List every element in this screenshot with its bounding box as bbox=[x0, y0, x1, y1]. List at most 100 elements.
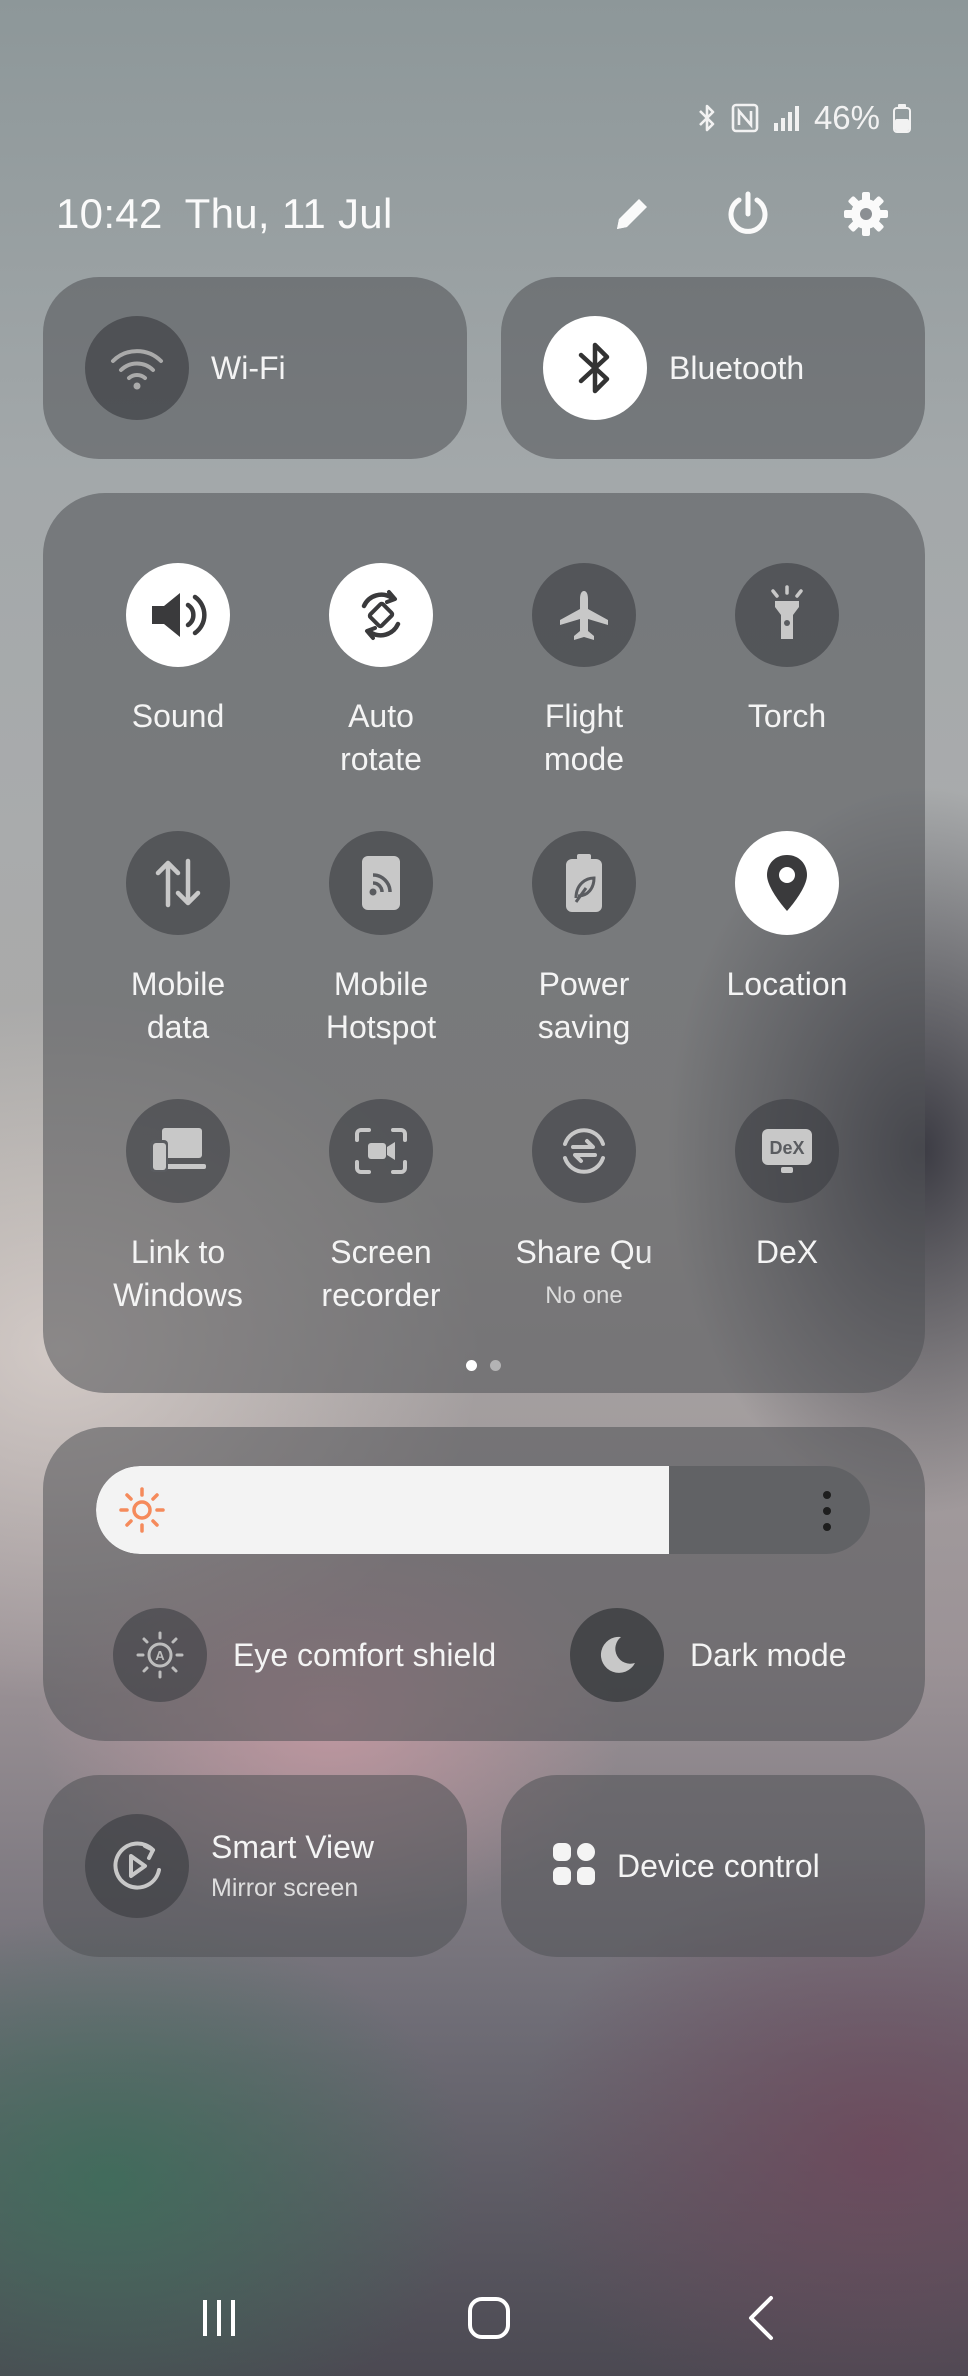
svg-text:DeX: DeX bbox=[769, 1138, 804, 1158]
smart-view-label: Smart View bbox=[211, 1829, 375, 1865]
tile-sound[interactable]: Sound bbox=[78, 563, 278, 738]
home-button[interactable] bbox=[444, 2282, 534, 2354]
tile-label: Mobile Hotspot bbox=[325, 966, 437, 1045]
data-arrows-icon bbox=[155, 858, 201, 908]
flight-icon-circle bbox=[532, 563, 636, 667]
eye-comfort-toggle[interactable]: A Eye comfort shield bbox=[113, 1608, 496, 1702]
sound-icon-circle bbox=[126, 563, 230, 667]
bluetooth-label: Bluetooth bbox=[669, 349, 805, 386]
dark-mode-toggle[interactable]: Dark mode bbox=[570, 1608, 847, 1702]
screen-recorder-icon-circle bbox=[329, 1099, 433, 1203]
dex-icon: DeX bbox=[762, 1129, 812, 1173]
tile-flight-mode[interactable]: Flight mode bbox=[484, 563, 684, 781]
gear-icon bbox=[844, 192, 888, 236]
device-control-toggle[interactable]: Device control bbox=[501, 1775, 925, 1957]
tile-label: DeX bbox=[755, 1234, 819, 1270]
smart-view-toggle[interactable]: Smart View Mirror screen bbox=[43, 1775, 467, 1957]
tile-power-saving[interactable]: Power saving bbox=[484, 831, 684, 1049]
device-control-icon bbox=[551, 1841, 597, 1892]
signal-icon bbox=[773, 106, 799, 131]
brightness-fill bbox=[96, 1466, 669, 1554]
clock: 10:42 Thu, 11 Jul bbox=[56, 190, 415, 238]
power-saving-icon-circle bbox=[532, 831, 636, 935]
airplane-icon bbox=[560, 591, 608, 640]
dex-icon-circle: DeX bbox=[735, 1099, 839, 1203]
wifi-toggle[interactable]: Wi-Fi bbox=[43, 277, 467, 459]
tile-label: Share Qu bbox=[515, 1234, 653, 1270]
svg-text:A: A bbox=[155, 1648, 165, 1663]
battery-leaf-icon bbox=[566, 854, 602, 912]
dark-mode-icon-circle bbox=[570, 1608, 664, 1702]
eye-comfort-icon-circle: A bbox=[113, 1608, 207, 1702]
tile-sublabel: No one bbox=[545, 1282, 623, 1309]
bluetooth-icon bbox=[578, 342, 610, 394]
brightness-slider[interactable] bbox=[96, 1466, 870, 1554]
tile-label: Flight mode bbox=[543, 698, 625, 777]
page-indicator-active bbox=[466, 1360, 477, 1371]
tile-label: Sound bbox=[131, 698, 225, 734]
tile-screen-recorder[interactable]: Screen recorder bbox=[281, 1099, 481, 1317]
battery-percent: 46% bbox=[813, 99, 880, 136]
more-vertical-icon bbox=[823, 1491, 831, 1531]
location-pin-icon bbox=[767, 855, 807, 911]
tile-label: Auto rotate bbox=[340, 698, 422, 777]
tile-mobile-hotspot[interactable]: Mobile Hotspot bbox=[281, 831, 481, 1049]
smart-view-text: Smart View Mirror screen bbox=[189, 1829, 374, 1903]
bluetooth-icon-circle bbox=[543, 316, 647, 420]
tile-mobile-data[interactable]: Mobile data bbox=[78, 831, 278, 1049]
back-button[interactable] bbox=[716, 2282, 806, 2354]
sun-icon bbox=[118, 1486, 166, 1539]
tile-label: Link to Windows bbox=[113, 1234, 243, 1313]
smart-view-icon bbox=[113, 1841, 161, 1890]
mobile-data-icon-circle bbox=[126, 831, 230, 935]
edit-button[interactable] bbox=[604, 186, 660, 242]
settings-button[interactable] bbox=[838, 186, 894, 242]
moon-icon bbox=[600, 1636, 635, 1673]
date: Thu, 11 Jul bbox=[184, 190, 393, 237]
hotspot-icon-circle bbox=[329, 831, 433, 935]
location-icon-circle bbox=[735, 831, 839, 935]
wifi-icon bbox=[111, 349, 163, 390]
recents-icon bbox=[203, 2300, 235, 2336]
link-windows-icon-circle bbox=[126, 1099, 230, 1203]
screen-recorder-icon bbox=[355, 1128, 407, 1174]
rotate-icon bbox=[361, 590, 401, 640]
tile-dex[interactable]: DeX DeX bbox=[687, 1099, 887, 1274]
device-control-label: Device control bbox=[617, 1847, 820, 1884]
back-chevron-icon bbox=[749, 2296, 773, 2340]
status-bar: 46% bbox=[696, 98, 912, 138]
nfc-icon bbox=[731, 103, 759, 133]
bluetooth-icon bbox=[699, 104, 715, 132]
torch-icon-circle bbox=[735, 563, 839, 667]
eye-comfort-label: Eye comfort shield bbox=[233, 1636, 497, 1673]
speaker-icon bbox=[152, 593, 207, 637]
eye-comfort-icon: A bbox=[136, 1631, 184, 1679]
smart-view-sublabel: Mirror screen bbox=[211, 1874, 359, 1902]
brightness-more-button[interactable] bbox=[820, 1489, 834, 1538]
page-indicator-inactive bbox=[490, 1360, 501, 1371]
tile-label: Torch bbox=[747, 698, 827, 734]
tile-label: Location bbox=[726, 966, 848, 1002]
hotspot-icon bbox=[362, 856, 400, 910]
time: 10:42 bbox=[56, 190, 163, 237]
tile-auto-rotate[interactable]: Auto rotate bbox=[281, 563, 481, 781]
tile-label: Screen recorder bbox=[321, 1234, 441, 1313]
tile-label: Power saving bbox=[537, 966, 631, 1045]
wifi-label: Wi-Fi bbox=[211, 349, 286, 386]
home-icon bbox=[468, 2297, 510, 2339]
torch-icon bbox=[771, 585, 803, 639]
recent-apps-button[interactable] bbox=[174, 2282, 264, 2354]
tile-link-to-windows[interactable]: Link to Windows bbox=[78, 1099, 278, 1317]
dark-mode-label: Dark mode bbox=[690, 1636, 847, 1673]
tile-torch[interactable]: Torch bbox=[687, 563, 887, 738]
tile-label: Mobile data bbox=[130, 966, 226, 1045]
tile-quick-share[interactable]: Share Qu No one bbox=[484, 1099, 684, 1310]
power-button[interactable] bbox=[720, 186, 776, 242]
auto-rotate-icon-circle bbox=[329, 563, 433, 667]
power-icon bbox=[728, 191, 768, 234]
tile-location[interactable]: Location bbox=[687, 831, 887, 1006]
smart-view-icon-circle bbox=[85, 1814, 189, 1918]
battery-icon bbox=[893, 104, 911, 133]
bluetooth-toggle[interactable]: Bluetooth bbox=[501, 277, 925, 459]
quick-share-icon bbox=[563, 1128, 605, 1174]
